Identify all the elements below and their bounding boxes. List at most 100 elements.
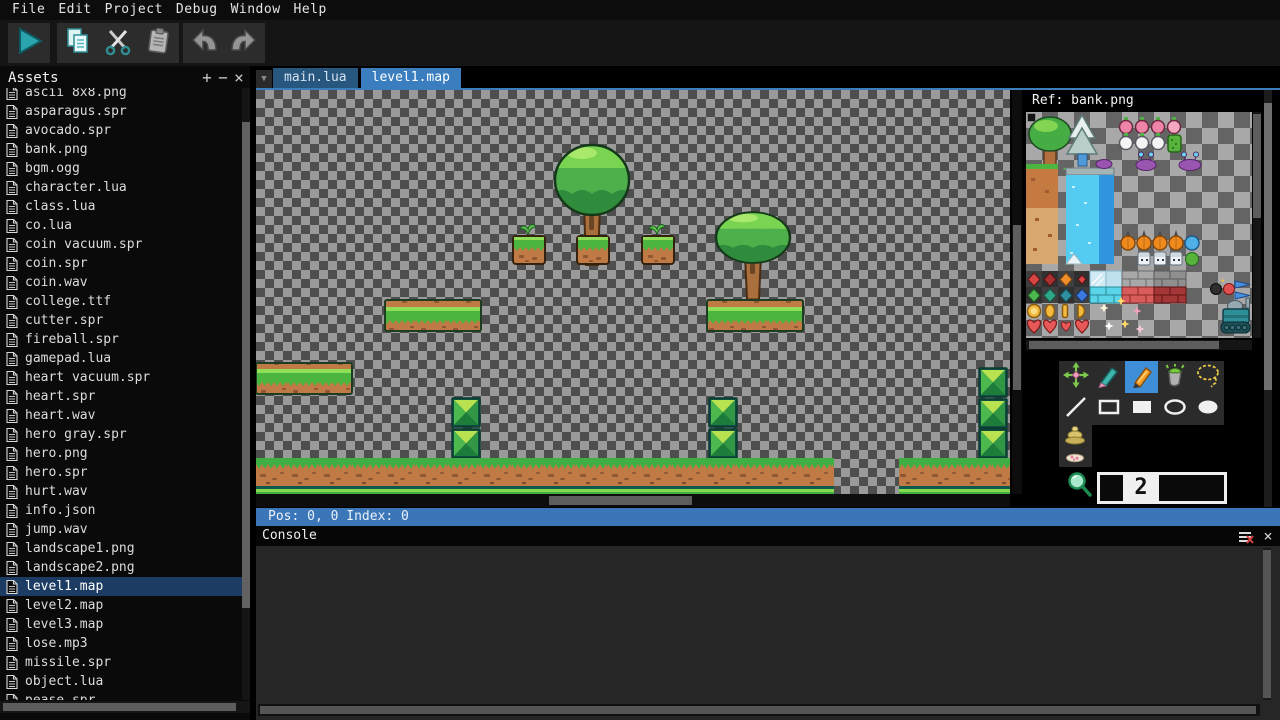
map-spike — [452, 429, 480, 458]
zoom-tool-button[interactable] — [1066, 470, 1094, 504]
file-icon — [6, 466, 18, 480]
console-close-button[interactable]: × — [1260, 526, 1276, 546]
asset-item-label: hero.spr — [25, 465, 88, 480]
menu-item-edit[interactable]: Edit — [58, 0, 91, 20]
asset-item-class-lua[interactable]: class.lua — [0, 197, 242, 216]
asset-item-bgm-ogg[interactable]: bgm.ogg — [0, 159, 242, 178]
asset-item-level1-map[interactable]: level1.map — [0, 577, 242, 596]
ellipse-filled-tool-button[interactable] — [1191, 393, 1224, 425]
asset-item-landscape1-png[interactable]: landscape1.png — [0, 539, 242, 558]
fill-bucket-icon — [1162, 362, 1188, 392]
map-platform — [707, 300, 803, 331]
assets-add-button[interactable]: + — [200, 68, 214, 87]
console-output[interactable] — [256, 546, 1262, 702]
asset-item-co-lua[interactable]: co.lua — [0, 216, 242, 235]
fill-tool-button[interactable] — [1158, 361, 1191, 393]
tileset-horizontal-scrollbar[interactable] — [1026, 340, 1252, 350]
ellipse-outline-tool-button[interactable] — [1158, 393, 1191, 425]
canvas-vertical-scrollbar[interactable] — [1012, 90, 1022, 494]
file-icon — [6, 485, 18, 499]
asset-item-heart-spr[interactable]: heart.spr — [0, 387, 242, 406]
asset-item-landscape2-png[interactable]: landscape2.png — [0, 558, 242, 577]
console-horizontal-scrollbar[interactable] — [258, 704, 1260, 716]
move-tool-button[interactable] — [1059, 361, 1092, 393]
assets-horizontal-scrollbar[interactable] — [0, 701, 250, 713]
asset-item-pease-spr[interactable]: pease.spr — [0, 691, 242, 700]
menu-item-file[interactable]: File — [12, 0, 45, 20]
assets-vertical-scrollbar[interactable] — [242, 88, 250, 700]
file-icon — [6, 542, 18, 556]
zoom-level-box[interactable]: 2 — [1097, 472, 1227, 504]
tab-main-lua[interactable]: main.lua — [273, 68, 358, 88]
menu-item-window[interactable]: Window — [231, 0, 281, 20]
asset-item-college-ttf[interactable]: college.ttf — [0, 292, 242, 311]
asset-item-object-lua[interactable]: object.lua — [0, 672, 242, 691]
cut-button[interactable] — [99, 25, 137, 61]
asset-item-coin-wav[interactable]: coin.wav — [0, 273, 242, 292]
asset-item-cutter-spr[interactable]: cutter.spr — [0, 311, 242, 330]
asset-item-label: landscape2.png — [25, 560, 135, 575]
asset-item-missile-spr[interactable]: missile.spr — [0, 653, 242, 672]
map-platform — [256, 363, 352, 394]
canvas-horizontal-scrollbar[interactable] — [256, 494, 1010, 507]
asset-item-character-lua[interactable]: character.lua — [0, 178, 242, 197]
rect-outline-tool-button[interactable] — [1092, 393, 1125, 425]
tab-level1-map[interactable]: level1.map — [361, 68, 461, 88]
pencil-tool-button[interactable] — [1125, 361, 1158, 393]
asset-item-coin-vacuum-spr[interactable]: coin vacuum.spr — [0, 235, 242, 254]
map-tree — [713, 210, 793, 299]
menu-item-help[interactable]: Help — [294, 0, 327, 20]
map-canvas[interactable] — [256, 90, 1010, 494]
assets-panel-title: Assets — [8, 70, 59, 86]
asset-item-asparagus-spr[interactable]: asparagus.spr — [0, 102, 242, 121]
undo-button[interactable] — [185, 25, 223, 61]
asset-item-fireball-spr[interactable]: fireball.spr — [0, 330, 242, 349]
asset-item-level3-map[interactable]: level3.map — [0, 615, 242, 634]
asset-item-level2-map[interactable]: level2.map — [0, 596, 242, 615]
line-tool-button[interactable] — [1059, 393, 1092, 425]
asset-item-hurt-wav[interactable]: hurt.wav — [0, 482, 242, 501]
asset-item-hero-gray-spr[interactable]: hero gray.spr — [0, 425, 242, 444]
asset-item-info-json[interactable]: info.json — [0, 501, 242, 520]
asset-item-gamepad-lua[interactable]: gamepad.lua — [0, 349, 242, 368]
paste-button[interactable] — [139, 25, 177, 61]
rect-filled-tool-button[interactable] — [1125, 393, 1158, 425]
run-button[interactable] — [10, 25, 48, 61]
panel-vertical-scrollbar[interactable] — [1264, 90, 1272, 507]
assets-close-button[interactable]: × — [232, 68, 246, 87]
file-icon — [6, 523, 18, 537]
assets-minimize-button[interactable]: − — [216, 68, 230, 87]
file-icon — [6, 371, 18, 385]
redo-button[interactable] — [225, 25, 263, 61]
console-vertical-scrollbar[interactable] — [1263, 548, 1271, 700]
asset-item-label: level1.map — [25, 579, 103, 594]
asset-item-hero-png[interactable]: hero.png — [0, 444, 242, 463]
rect-filled-icon — [1129, 394, 1155, 424]
tool-palette — [1059, 361, 1224, 425]
map-ground — [899, 458, 1010, 494]
asset-item-hero-spr[interactable]: hero.spr — [0, 463, 242, 482]
tab-list-dropdown-button[interactable]: ▼ — [256, 70, 272, 88]
tileset-vertical-scrollbar[interactable] — [1253, 112, 1261, 338]
file-icon — [6, 200, 18, 214]
copy-button[interactable] — [59, 25, 97, 61]
asset-item-avocado-spr[interactable]: avocado.spr — [0, 121, 242, 140]
asset-item-coin-spr[interactable]: coin.spr — [0, 254, 242, 273]
asset-item-ascii-8x8-png[interactable]: ascii 8x8.png — [0, 88, 242, 102]
eraser-tool-button[interactable] — [1092, 361, 1125, 393]
map-sprout — [520, 225, 536, 235]
line-icon — [1063, 394, 1089, 424]
tileset-image[interactable] — [1026, 112, 1252, 338]
asset-item-label: heart vacuum.spr — [25, 370, 150, 385]
undo-icon — [188, 26, 220, 60]
asset-item-bank-png[interactable]: bank.png — [0, 140, 242, 159]
stamp-tool-button[interactable] — [1059, 425, 1092, 467]
asset-item-lose-mp3[interactable]: lose.mp3 — [0, 634, 242, 653]
menu-item-debug[interactable]: Debug — [176, 0, 218, 20]
file-icon — [6, 637, 18, 651]
asset-item-jump-wav[interactable]: jump.wav — [0, 520, 242, 539]
menu-item-project[interactable]: Project — [105, 0, 163, 20]
lasso-tool-button[interactable] — [1191, 361, 1224, 393]
asset-item-heart-vacuum-spr[interactable]: heart vacuum.spr — [0, 368, 242, 387]
asset-item-heart-wav[interactable]: heart.wav — [0, 406, 242, 425]
